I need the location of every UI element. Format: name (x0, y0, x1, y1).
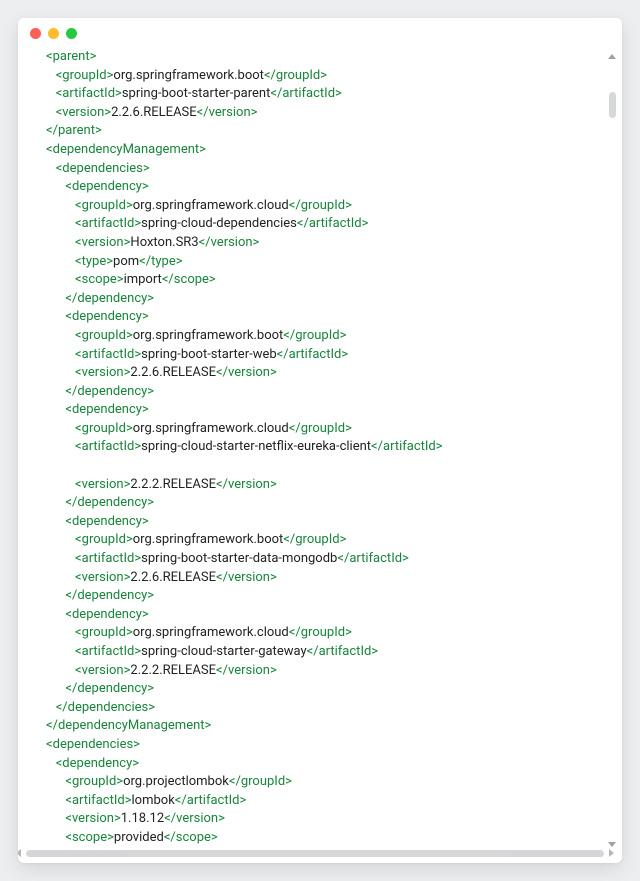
window-titlebar (18, 18, 622, 48)
zoom-icon[interactable] (66, 28, 77, 39)
vertical-scrollbar[interactable] (609, 56, 616, 845)
xml-source: <parent> <groupId>org.springframework.bo… (46, 48, 614, 849)
horizontal-scrollbar[interactable] (26, 850, 604, 857)
code-viewport: <parent> <groupId>org.springframework.bo… (18, 48, 622, 863)
minimize-icon[interactable] (48, 28, 59, 39)
scroll-thumb[interactable] (609, 92, 616, 118)
scroll-up-icon[interactable] (608, 54, 616, 59)
stage: <parent> <groupId>org.springframework.bo… (0, 0, 640, 881)
scroll-left-icon[interactable] (18, 849, 21, 857)
code-window: <parent> <groupId>org.springframework.bo… (18, 18, 622, 863)
scroll-down-icon[interactable] (608, 842, 616, 847)
close-icon[interactable] (30, 28, 41, 39)
scroll-right-icon[interactable] (609, 849, 614, 857)
code-scroll[interactable]: <parent> <groupId>org.springframework.bo… (46, 48, 614, 849)
